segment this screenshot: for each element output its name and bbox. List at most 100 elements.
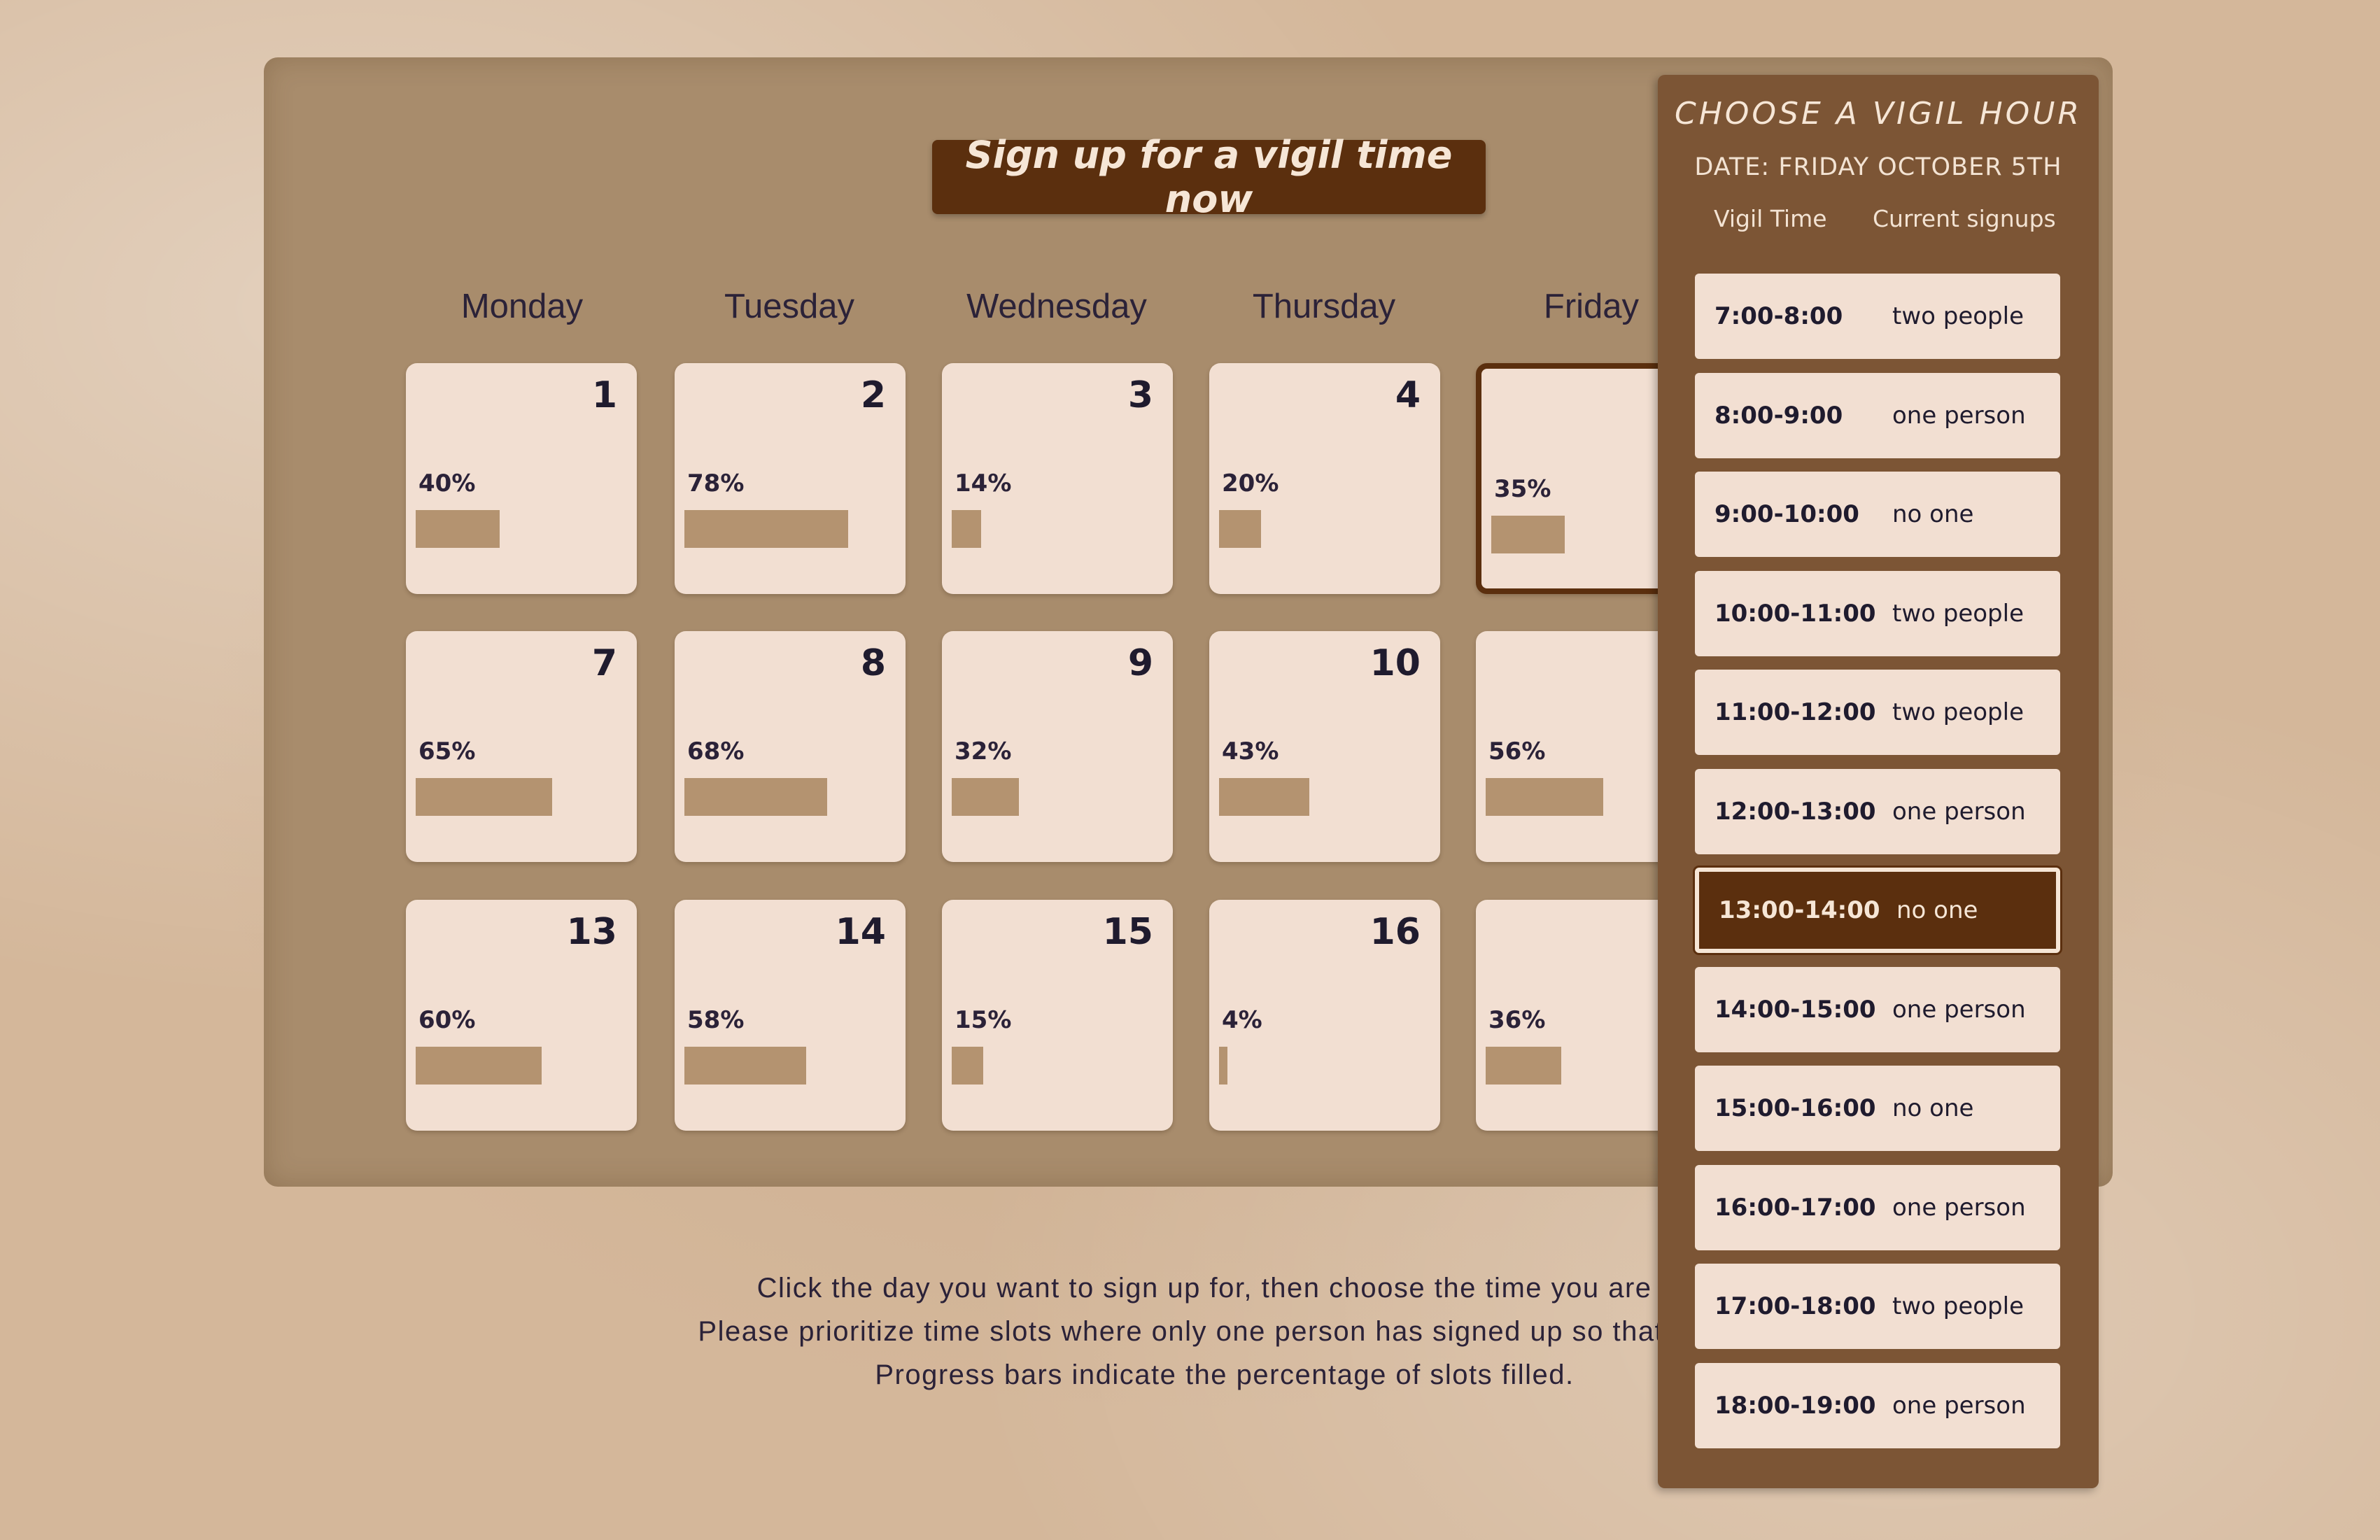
- fill-percent: 4%: [1222, 1006, 1262, 1034]
- signup-button[interactable]: Sign up for a vigil time now: [932, 133, 1486, 221]
- progress-bar: [684, 510, 894, 548]
- progress-bar: [952, 778, 1162, 816]
- progress-bar-fill: [952, 778, 1019, 816]
- column-header-vigil-time: Vigil Time: [1714, 205, 1827, 232]
- panel-title: CHOOSE A VIGIL HOUR: [1674, 96, 2083, 132]
- slot-signups: two people: [1892, 1292, 2024, 1320]
- fill-percent: 56%: [1488, 737, 1546, 765]
- fill-percent: 58%: [687, 1006, 745, 1034]
- progress-bar: [684, 778, 894, 816]
- calendar-day-cell[interactable]: 10 43%: [1209, 631, 1440, 862]
- slot-time: 15:00-16:00: [1714, 1094, 1876, 1122]
- fill-percent: 78%: [687, 469, 745, 497]
- vigil-slot[interactable]: 12:00-13:00 one person: [1695, 769, 2060, 854]
- fill-percent: 14%: [955, 469, 1012, 497]
- vigil-slot[interactable]: 7:00-8:00 two people: [1695, 274, 2060, 359]
- progress-bar-fill: [1219, 510, 1261, 548]
- progress-bar-fill: [416, 778, 552, 816]
- slot-time: 12:00-13:00: [1714, 798, 1876, 826]
- calendar-day-cell[interactable]: 1 40%: [406, 363, 637, 594]
- calendar-day-cell[interactable]: 2 78%: [675, 363, 906, 594]
- slot-signups: one person: [1892, 1194, 2026, 1222]
- progress-bar: [1219, 510, 1429, 548]
- vigil-slot[interactable]: 14:00-15:00 one person: [1695, 967, 2060, 1052]
- progress-bar: [416, 1047, 626, 1085]
- day-number: 8: [860, 642, 886, 684]
- progress-bar-fill: [1219, 778, 1309, 816]
- vigil-slot[interactable]: 8:00-9:00 one person: [1695, 373, 2060, 458]
- fill-percent: 36%: [1488, 1006, 1546, 1034]
- day-number: 16: [1369, 911, 1421, 953]
- calendar-day-cell[interactable]: 16 4%: [1209, 900, 1440, 1131]
- slot-time: 10:00-11:00: [1714, 600, 1876, 628]
- vigil-slot[interactable]: 18:00-19:00 one person: [1695, 1363, 2060, 1448]
- progress-bar: [416, 778, 626, 816]
- progress-bar-fill: [1219, 1047, 1227, 1085]
- slot-time: 7:00-8:00: [1714, 302, 1843, 330]
- calendar-day-cell[interactable]: 13 60%: [406, 900, 637, 1131]
- vigil-slot[interactable]: 15:00-16:00 no one: [1695, 1066, 2060, 1151]
- progress-bar-fill: [1491, 516, 1565, 553]
- progress-bar-fill: [416, 1047, 542, 1085]
- slot-signups: two people: [1892, 698, 2024, 726]
- vigil-slot[interactable]: 9:00-10:00 no one: [1695, 472, 2060, 557]
- calendar-day-cell[interactable]: 7 65%: [406, 631, 637, 862]
- slot-signups: one person: [1892, 402, 2026, 430]
- calendar-day-cell[interactable]: 15 15%: [942, 900, 1173, 1131]
- calendar-day-cell[interactable]: 4 20%: [1209, 363, 1440, 594]
- progress-bar-fill: [952, 1047, 983, 1085]
- fill-percent: 68%: [687, 737, 745, 765]
- slot-time: 9:00-10:00: [1714, 500, 1859, 528]
- day-number: 15: [1102, 911, 1153, 953]
- day-number: 10: [1369, 642, 1421, 684]
- panel-date: DATE: FRIDAY OCTOBER 5TH: [1694, 153, 2062, 181]
- fill-percent: 15%: [955, 1006, 1012, 1034]
- slot-signups: one person: [1892, 1392, 2026, 1420]
- day-header-monday: Monday: [460, 288, 584, 325]
- vigil-slot[interactable]: 13:00-14:00 no one: [1695, 868, 2060, 953]
- calendar-day-cell[interactable]: 14 58%: [675, 900, 906, 1131]
- slot-signups: no one: [1896, 896, 1978, 924]
- fill-percent: 20%: [1222, 469, 1279, 497]
- day-number: 7: [591, 642, 617, 684]
- calendar-day-cell[interactable]: 8 68%: [675, 631, 906, 862]
- progress-bar: [1219, 778, 1429, 816]
- day-number: 14: [835, 911, 886, 953]
- vigil-slot[interactable]: 11:00-12:00 two people: [1695, 670, 2060, 755]
- progress-bar: [684, 1047, 894, 1085]
- vigil-slot[interactable]: 17:00-18:00 two people: [1695, 1264, 2060, 1349]
- progress-bar-fill: [684, 778, 827, 816]
- progress-bar: [952, 1047, 1162, 1085]
- calendar-day-cell[interactable]: 9 32%: [942, 631, 1173, 862]
- slot-time: 13:00-14:00: [1719, 896, 1880, 924]
- fill-percent: 32%: [955, 737, 1012, 765]
- fill-percent: 35%: [1494, 475, 1551, 503]
- progress-bar: [416, 510, 626, 548]
- progress-bar-fill: [684, 1047, 806, 1085]
- slot-time: 18:00-19:00: [1714, 1392, 1876, 1420]
- day-number: 13: [566, 911, 617, 953]
- slot-signups: two people: [1892, 600, 2024, 628]
- column-header-current-signups: Current signups: [1873, 205, 2056, 232]
- day-number: 2: [860, 374, 886, 416]
- progress-bar: [952, 510, 1162, 548]
- progress-bar-fill: [1486, 1047, 1561, 1085]
- progress-bar-fill: [684, 510, 848, 548]
- slot-signups: one person: [1892, 996, 2026, 1024]
- slot-time: 17:00-18:00: [1714, 1292, 1876, 1320]
- slot-time: 16:00-17:00: [1714, 1194, 1876, 1222]
- progress-bar-fill: [952, 510, 981, 548]
- day-number: 4: [1395, 374, 1421, 416]
- slot-signups: one person: [1892, 798, 2026, 826]
- fill-percent: 43%: [1222, 737, 1279, 765]
- slot-time: 11:00-12:00: [1714, 698, 1876, 726]
- day-number: 1: [591, 374, 617, 416]
- day-header-tuesday: Tuesday: [724, 288, 855, 325]
- fill-percent: 60%: [418, 1006, 476, 1034]
- progress-bar: [1219, 1047, 1429, 1085]
- calendar-day-cell[interactable]: 3 14%: [942, 363, 1173, 594]
- vigil-hour-panel: CHOOSE A VIGIL HOUR DATE: FRIDAY OCTOBER…: [1658, 75, 2099, 1488]
- vigil-slot[interactable]: 10:00-11:00 two people: [1695, 571, 2060, 656]
- day-header-thursday: Thursday: [1252, 288, 1396, 325]
- vigil-slot[interactable]: 16:00-17:00 one person: [1695, 1165, 2060, 1250]
